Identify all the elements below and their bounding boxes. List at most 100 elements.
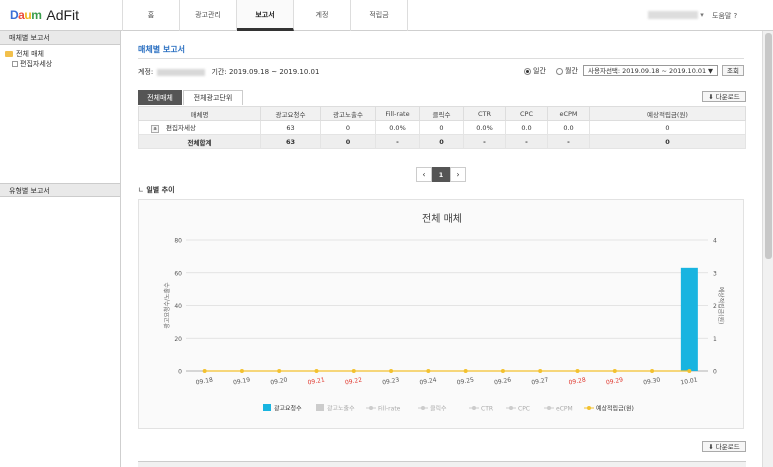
cell-media-name[interactable]: a 편집자세상 <box>138 120 261 135</box>
product-name: AdFit <box>46 7 80 23</box>
search-button[interactable]: 조회 <box>722 65 744 76</box>
media-report-table: 매체명 광고요청수 광고노출수 Fill-rate 클릭수 CTR CPC eC… <box>138 106 746 149</box>
sidebar-section-type-report[interactable]: 유형별 보고서 <box>0 183 120 197</box>
section-title-text: 일별 추이 <box>146 186 175 194</box>
point-estimated-earnings <box>687 369 692 373</box>
point-estimated-earnings <box>500 369 505 373</box>
vertical-scrollbar[interactable] <box>762 31 773 467</box>
x-tick-label: 09.27 <box>531 377 549 387</box>
adfit-logo[interactable]: Daum AdFit <box>10 6 79 24</box>
date-range-select[interactable]: 사용자선택: 2019.09.18 ~ 2019.10.01 ▼ <box>583 65 718 76</box>
col-media-name[interactable]: 매체명 <box>138 106 261 121</box>
y2-tick-label: 0 <box>713 369 717 376</box>
table-cell: - <box>505 134 548 149</box>
user-id-redacted <box>648 11 698 19</box>
x-tick-label: 09.24 <box>419 377 437 387</box>
x-tick-label: 09.20 <box>270 377 288 387</box>
tab-all-media[interactable]: 전체매체 <box>138 90 182 105</box>
radio-icon <box>556 67 563 75</box>
x-tick-label: 09.29 <box>605 377 623 387</box>
nav-account[interactable]: 계정 <box>294 0 351 31</box>
x-tick-label: 09.25 <box>456 377 474 387</box>
legend-label: Fill-rate <box>378 406 401 413</box>
col-impressions[interactable]: 광고노출수 <box>320 106 376 121</box>
y-tick-label: 20 <box>174 336 182 343</box>
point-estimated-earnings <box>575 369 580 373</box>
y-tick-label: 40 <box>174 303 182 310</box>
x-tick-label: 09.21 <box>307 377 325 387</box>
download-label: 다운로드 <box>715 443 740 451</box>
x-tick-label: 09.28 <box>568 377 586 387</box>
y-tick-label: 60 <box>174 270 182 277</box>
account-label: 계정: <box>138 68 154 76</box>
user-menu[interactable]: ▾ <box>648 11 704 19</box>
period-label: 기간: 2019.09.18 ~ 2019.10.01 <box>211 68 320 76</box>
y2-tick-label: 4 <box>713 238 717 245</box>
help-link[interactable]: 도움말 ? <box>712 11 737 21</box>
radio-monthly[interactable]: 월간 <box>556 66 578 76</box>
page-icon <box>12 61 18 67</box>
legend-label: 클릭수 <box>430 405 447 413</box>
point-estimated-earnings <box>277 369 282 373</box>
y2-tick-label: 3 <box>713 270 717 277</box>
nav-earnings[interactable]: 적립금 <box>351 0 408 31</box>
radio-label: 일간 <box>533 67 546 75</box>
main-content: 매체별 보고서 계정: 기간: 2019.09.18 ~ 2019.10.01 … <box>122 31 760 467</box>
legend-swatch <box>263 404 271 411</box>
top-bar: Daum AdFit 홈 광고관리 보고서 계정 적립금 ▾ 도움말 ? <box>0 0 773 31</box>
download-button[interactable]: ⬇ 다운로드 <box>702 91 746 102</box>
col-estimated-earnings[interactable]: 예상적립금(원) <box>589 106 746 121</box>
point-estimated-earnings <box>202 369 207 373</box>
col-ctr[interactable]: CTR <box>463 106 506 121</box>
sidebar-section-media-report[interactable]: 매체별 보고서 <box>0 31 120 45</box>
table-row: a 편집자세상 63 0 0.0% 0 0.0% 0.0 0.0 0 <box>138 120 746 135</box>
col-ecpm[interactable]: eCPM <box>547 106 590 121</box>
scrollbar-thumb[interactable] <box>765 33 772 259</box>
legend-label: eCPM <box>556 406 573 413</box>
total-label: 전체합계 <box>138 134 261 149</box>
daily-table-header-partial <box>138 461 746 467</box>
col-requests[interactable]: 광고요청수 <box>260 106 321 121</box>
point-estimated-earnings <box>239 369 244 373</box>
date-range-value: 사용자선택: 2019.09.18 ~ 2019.10.01 <box>588 67 707 75</box>
y-tick-label: 80 <box>174 238 182 245</box>
table-cell: 0 <box>320 134 376 149</box>
col-cpc[interactable]: CPC <box>505 106 548 121</box>
table-total-row: 전체합계 63 0 - 0 - - - 0 <box>138 134 746 149</box>
legend-label: CTR <box>481 406 493 413</box>
daily-trend-chart: 전체 매체 0 20 40 60 80 0 1 2 3 4 광고요청수/노출수 예상적립금(원) 09.1… <box>138 199 744 429</box>
pagination-next[interactable]: › <box>450 167 466 182</box>
radio-daily[interactable]: 일간 <box>524 66 546 76</box>
download-label: 다운로드 <box>715 93 740 101</box>
table-header-row: 매체명 광고요청수 광고노출수 Fill-rate 클릭수 CTR CPC eC… <box>138 106 746 121</box>
download-button-2[interactable]: ⬇ 다운로드 <box>702 441 746 452</box>
x-tick-label: 10.01 <box>680 377 698 387</box>
point-estimated-earnings <box>351 369 356 373</box>
legend-swatch <box>547 406 551 410</box>
tree-item-all-media[interactable]: 전체 매체 <box>5 49 120 59</box>
point-estimated-earnings <box>650 369 655 373</box>
col-clicks[interactable]: 클릭수 <box>419 106 464 121</box>
nav-ad-management[interactable]: 광고관리 <box>180 0 237 31</box>
nav-reports[interactable]: 보고서 <box>237 0 294 31</box>
tab-all-ad-units[interactable]: 전체광고단위 <box>183 90 243 105</box>
table-cell: - <box>547 134 590 149</box>
table-cell: 0.0% <box>375 120 420 135</box>
table-cell: - <box>375 134 420 149</box>
table-cell: 0 <box>589 134 746 149</box>
legend-swatch <box>369 406 373 410</box>
col-fill-rate[interactable]: Fill-rate <box>375 106 420 121</box>
legend-swatch <box>472 406 476 410</box>
chevron-down-icon: ▾ <box>700 11 704 19</box>
tree-item-media[interactable]: 편집자세상 <box>5 59 120 69</box>
media-name: 편집자세상 <box>166 124 196 132</box>
nav-home[interactable]: 홈 <box>123 0 180 31</box>
pagination-page-1[interactable]: 1 <box>432 167 450 182</box>
section-title: ∟ 일별 추이 <box>138 185 175 195</box>
page-title: 매체별 보고서 <box>138 45 185 54</box>
y2-tick-label: 2 <box>713 303 717 310</box>
pagination-prev[interactable]: ‹ <box>416 167 432 182</box>
main-nav: 홈 광고관리 보고서 계정 적립금 <box>122 0 408 31</box>
legend-swatch <box>587 406 591 410</box>
download-icon: ⬇ <box>708 93 716 101</box>
